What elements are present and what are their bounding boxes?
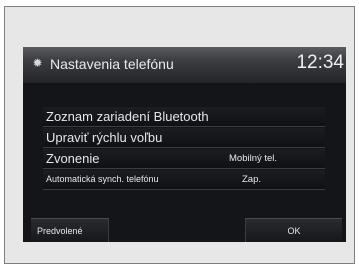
clock: 12:34 xyxy=(296,52,344,73)
screen-title: Nastavenia telefónu xyxy=(50,56,174,72)
screen-header: ✹ Nastavenia telefónu 12:34 xyxy=(23,47,346,83)
gear-icon: ✹ xyxy=(32,56,43,70)
ringtone-value: Mobilný tel. xyxy=(229,153,278,164)
footer-bar: Predvolené OK xyxy=(23,218,346,242)
figure-frame: ✹ Nastavenia telefónu 12:34 Zoznam zaria… xyxy=(4,6,355,264)
phone-settings-screen: ✹ Nastavenia telefónu 12:34 Zoznam zaria… xyxy=(23,47,346,242)
menu-item-bluetooth-devices[interactable]: Zoznam zariadení Bluetooth xyxy=(43,107,325,127)
ok-button[interactable]: OK xyxy=(245,218,342,242)
menu-item-label: Zvonenie xyxy=(46,151,100,166)
menu-item-speed-dial[interactable]: Upraviť rýchlu voľbu xyxy=(43,128,325,148)
menu-item-ringtone[interactable]: Zvonenie Mobilný tel. xyxy=(43,149,325,169)
menu-item-label: Automatická synch. telefónu xyxy=(46,174,159,184)
auto-sync-value: Zap. xyxy=(242,174,262,185)
default-button[interactable]: Predvolené xyxy=(31,218,109,242)
settings-menu: Zoznam zariadení Bluetooth Upraviť rýchl… xyxy=(43,107,325,191)
menu-item-label: Upraviť rýchlu voľbu xyxy=(46,130,163,145)
menu-item-auto-phone-sync[interactable]: Automatická synch. telefónu Zap. xyxy=(43,170,325,190)
menu-item-label: Zoznam zariadení Bluetooth xyxy=(46,109,209,124)
